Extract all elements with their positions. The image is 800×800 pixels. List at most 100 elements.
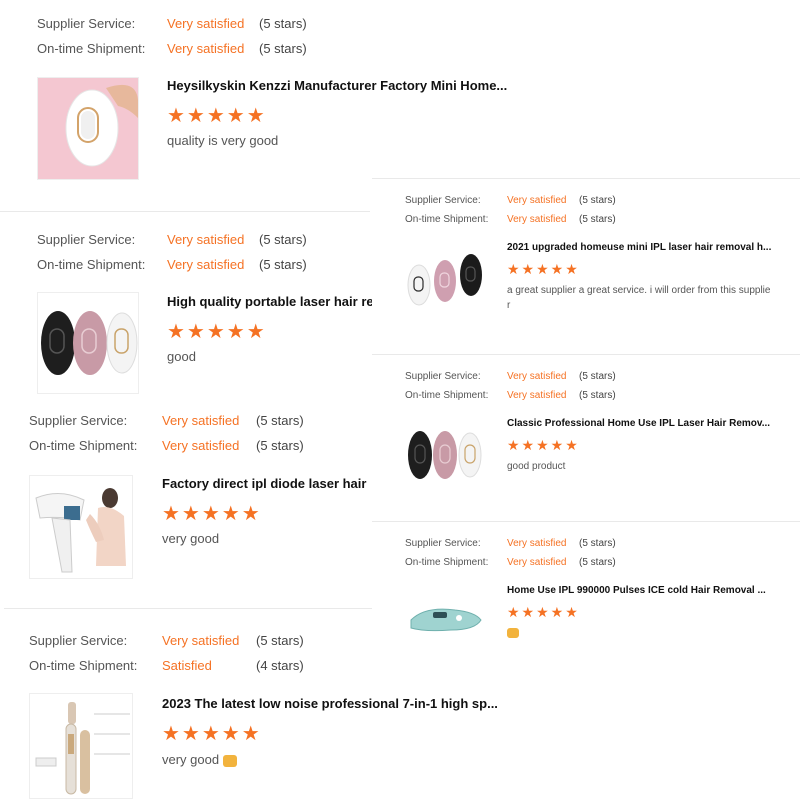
- product-title[interactable]: 2023 The latest low noise professional 7…: [162, 696, 498, 711]
- supplier-service-stars: (5 stars): [259, 232, 307, 247]
- ontime-shipment-row: On-time Shipment: Very satisfied (5 stars): [29, 438, 304, 453]
- product-title[interactable]: High quality portable laser hair re: [167, 294, 372, 309]
- product-thumbnail[interactable]: [29, 475, 133, 579]
- supplier-service-row: Supplier Service: Very satisfied (5 stars): [405, 195, 616, 206]
- product-thumbnail[interactable]: [29, 693, 133, 799]
- review-comment: very good: [162, 752, 238, 767]
- ontime-shipment-stars: (5 stars): [259, 41, 307, 56]
- rating-stars: ★★★★★: [507, 437, 580, 453]
- supplier-service-row: Supplier Service: Very satisfied (5 stars): [405, 538, 616, 549]
- supplier-service-stars: (5 stars): [579, 195, 616, 206]
- supplier-service-rating: Very satisfied: [507, 195, 567, 206]
- ontime-shipment-label: On-time Shipment:: [405, 390, 489, 401]
- product-thumbnail[interactable]: [37, 292, 139, 394]
- emoji-icon: [223, 754, 238, 767]
- product-title[interactable]: Classic Professional Home Use IPL Laser …: [507, 418, 770, 429]
- rating-stars: ★★★★★: [507, 604, 580, 620]
- supplier-service-rating: Very satisfied: [162, 413, 240, 428]
- ontime-shipment-row: On-time Shipment: Very satisfied (5 stars): [405, 390, 616, 401]
- review-comment: a great supplier a great service. i will…: [507, 285, 771, 296]
- ontime-shipment-rating: Very satisfied: [507, 214, 567, 225]
- ontime-shipment-label: On-time Shipment:: [405, 214, 489, 225]
- three-ipl-devices-icon: [405, 241, 485, 321]
- product-title[interactable]: Factory direct ipl diode laser hair: [162, 476, 366, 491]
- supplier-service-label: Supplier Service:: [37, 16, 136, 31]
- thumbs-up-icon: [507, 628, 519, 639]
- supplier-service-stars: (5 stars): [259, 16, 307, 31]
- review-collage: { "labels": { "supplier_service": "Suppl…: [0, 0, 800, 800]
- ontime-shipment-stars: (5 stars): [579, 390, 616, 401]
- supplier-service-label: Supplier Service:: [29, 633, 128, 648]
- review-card: Supplier Service: Very satisfied (5 stars)…: [372, 521, 800, 662]
- hair-styler-set-icon: [30, 694, 132, 798]
- rating-stars: ★★★★★: [167, 105, 267, 127]
- product-thumbnail[interactable]: [405, 584, 485, 650]
- ontime-shipment-label: On-time Shipment:: [37, 41, 146, 56]
- rating-stars: ★★★★★: [507, 261, 580, 277]
- supplier-service-row: Supplier Service: Very satisfied (5 stars): [29, 633, 304, 648]
- ontime-shipment-rating: Very satisfied: [162, 438, 240, 453]
- ontime-shipment-stars: (5 stars): [579, 214, 616, 225]
- three-ipl-devices-icon: [38, 293, 138, 393]
- review-comment: good: [167, 349, 196, 364]
- review-comment-wrap: r: [507, 300, 511, 311]
- ontime-shipment-label: On-time Shipment:: [29, 658, 138, 673]
- ontime-shipment-stars: (5 stars): [579, 557, 616, 568]
- ontime-shipment-rating: Very satisfied: [167, 41, 245, 56]
- rating-stars: ★★★★★: [162, 723, 262, 745]
- review-card: Supplier Service: Very satisfied (5 stars)…: [0, 403, 375, 603]
- ontime-shipment-row: On-time Shipment: Very satisfied (5 stars): [37, 257, 307, 272]
- ontime-shipment-stars: (5 stars): [256, 438, 304, 453]
- supplier-service-rating: Very satisfied: [162, 633, 240, 648]
- product-thumbnail[interactable]: [405, 417, 485, 497]
- supplier-service-rating: Very satisfied: [507, 538, 567, 549]
- ontime-shipment-stars: (4 stars): [256, 658, 304, 673]
- product-title[interactable]: Home Use IPL 990000 Pulses ICE cold Hair…: [507, 585, 766, 596]
- review-comment: quality is very good: [167, 133, 279, 148]
- ontime-shipment-row: On-time Shipment: Satisfied (4 stars): [29, 658, 304, 673]
- rating-stars: ★★★★★: [162, 503, 262, 525]
- supplier-service-stars: (5 stars): [579, 538, 616, 549]
- review-card: Supplier Service: Very satisfied (5 stars)…: [0, 218, 372, 403]
- supplier-service-rating: Very satisfied: [507, 371, 567, 382]
- supplier-service-label: Supplier Service:: [37, 232, 136, 247]
- supplier-service-stars: (5 stars): [579, 371, 616, 382]
- ontime-shipment-label: On-time Shipment:: [37, 257, 146, 272]
- ontime-shipment-row: On-time Shipment: Very satisfied (5 stars): [405, 557, 616, 568]
- product-thumbnail[interactable]: [405, 241, 485, 321]
- supplier-service-stars: (5 stars): [256, 413, 304, 428]
- ipl-device-model-icon: [30, 476, 132, 578]
- supplier-service-row: Supplier Service: Very satisfied (5 stars): [37, 16, 307, 31]
- supplier-service-label: Supplier Service:: [405, 371, 481, 382]
- ontime-shipment-row: On-time Shipment: Very satisfied (5 stars): [37, 41, 307, 56]
- product-title[interactable]: 2021 upgraded homeuse mini IPL laser hai…: [507, 242, 771, 253]
- supplier-service-label: Supplier Service:: [405, 538, 481, 549]
- supplier-service-row: Supplier Service: Very satisfied (5 stars): [37, 232, 307, 247]
- ontime-shipment-label: On-time Shipment:: [405, 557, 489, 568]
- supplier-service-label: Supplier Service:: [29, 413, 128, 428]
- divider: [0, 211, 370, 212]
- supplier-service-stars: (5 stars): [256, 633, 304, 648]
- product-thumbnail[interactable]: [37, 77, 139, 180]
- review-comment: very good: [162, 531, 220, 546]
- ontime-shipment-stars: (5 stars): [259, 257, 307, 272]
- ontime-shipment-rating: Very satisfied: [167, 257, 245, 272]
- review-card: Supplier Service: Very satisfied (5 stars)…: [372, 354, 800, 521]
- rating-stars: ★★★★★: [167, 321, 267, 343]
- ontime-shipment-rating: Very satisfied: [507, 390, 567, 401]
- review-card: Supplier Service: Very satisfied (5 stars)…: [372, 178, 800, 351]
- supplier-service-label: Supplier Service:: [405, 195, 481, 206]
- ice-cold-ipl-device-icon: [405, 584, 485, 650]
- supplier-service-rating: Very satisfied: [167, 16, 245, 31]
- ontime-shipment-row: On-time Shipment: Very satisfied (5 stars): [405, 214, 616, 225]
- pink-ipl-device-icon: [38, 78, 138, 179]
- review-comment-text: very good: [162, 752, 220, 767]
- ontime-shipment-rating: Satisfied: [162, 658, 212, 673]
- supplier-service-row: Supplier Service: Very satisfied (5 stars): [29, 413, 304, 428]
- divider: [4, 608, 376, 609]
- review-comment: [507, 628, 519, 639]
- review-card: Supplier Service: Very satisfied (5 stars)…: [0, 0, 540, 205]
- ontime-shipment-label: On-time Shipment:: [29, 438, 138, 453]
- product-title[interactable]: Heysilkyskin Kenzzi Manufacturer Factory…: [167, 78, 507, 93]
- three-ipl-devices-icon: [405, 417, 485, 497]
